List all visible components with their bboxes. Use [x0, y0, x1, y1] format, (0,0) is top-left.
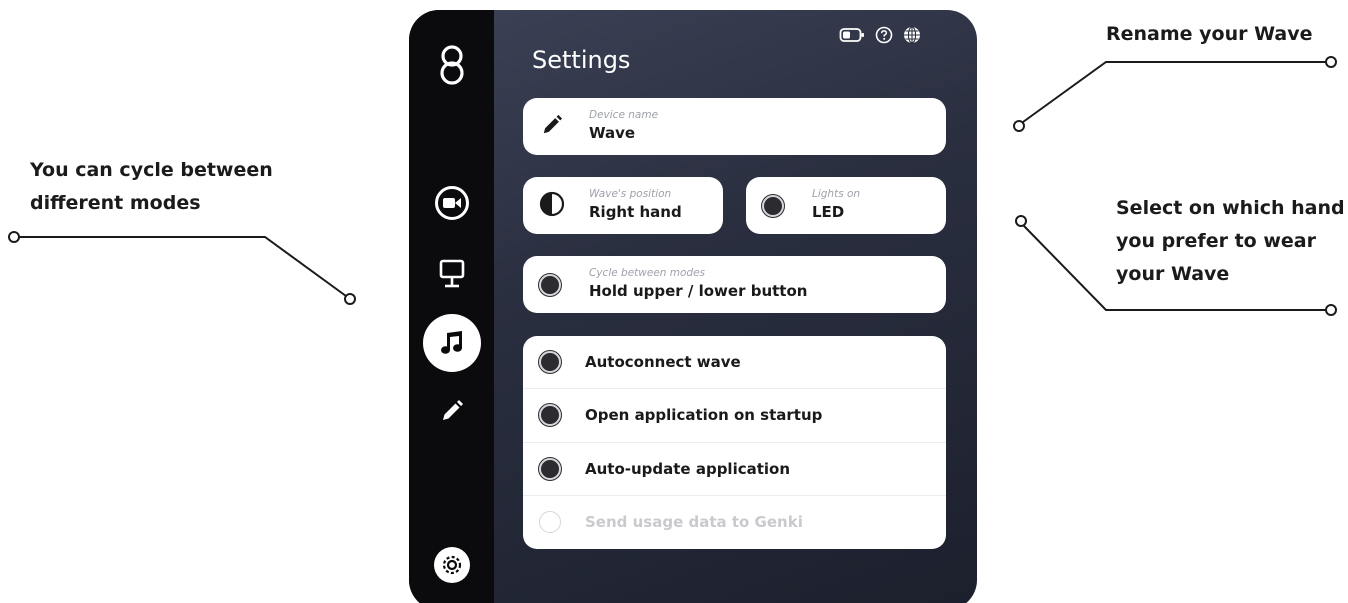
toggle-label: Open application on startup: [585, 406, 823, 425]
top-icons: [839, 26, 921, 44]
lights-value: LED: [812, 203, 845, 221]
toggle-switch[interactable]: [539, 457, 561, 480]
annotation-rename: Rename your Wave: [1106, 23, 1313, 45]
app-window: Settings Device name Wave Wave's positio…: [409, 10, 977, 603]
cycle-modes-value: Hold upper / lower button: [589, 282, 808, 300]
settings-icon[interactable]: [433, 547, 470, 583]
device-name-card[interactable]: Device name Wave: [523, 98, 946, 155]
device-name-field[interactable]: Wave: [589, 124, 658, 142]
battery-icon[interactable]: [839, 27, 865, 43]
toggle-switch[interactable]: [539, 404, 561, 427]
toggle-row-autoconnect[interactable]: Autoconnect wave: [523, 336, 946, 390]
toggles-card: Autoconnect wave Open application on sta…: [523, 336, 946, 549]
pencil-icon: [541, 114, 563, 140]
toggle-label: Auto-update application: [585, 459, 791, 478]
camera-icon[interactable]: [434, 186, 469, 220]
logo-icon: [437, 43, 467, 87]
toggle-label: Send usage data to Genki: [585, 513, 803, 532]
edit-icon[interactable]: [437, 396, 467, 426]
globe-icon[interactable]: [903, 26, 921, 44]
half-circle-icon: [539, 191, 565, 221]
cycle-modes-label: Cycle between modes: [589, 267, 706, 279]
position-value: Right hand: [589, 203, 682, 221]
toggle-label: Autoconnect wave: [585, 353, 741, 372]
lights-card[interactable]: Lights on LED: [746, 177, 946, 234]
annotation-hand: Select on which hand you prefer to wear …: [1116, 197, 1345, 285]
toggle-row-auto-update[interactable]: Auto-update application: [523, 443, 946, 496]
desktop-icon[interactable]: [437, 256, 467, 292]
cycle-modes-card[interactable]: Cycle between modes Hold upper / lower b…: [523, 256, 946, 313]
toggle-switch[interactable]: [539, 511, 561, 534]
toggle-switch[interactable]: [539, 351, 561, 374]
position-card[interactable]: Wave's position Right hand: [523, 177, 723, 234]
page-title: Settings: [532, 46, 631, 74]
position-label: Wave's position: [589, 188, 672, 200]
toggle-row-open-on-startup[interactable]: Open application on startup: [523, 389, 946, 443]
toggle-row-usage-data[interactable]: Send usage data to Genki: [523, 496, 946, 549]
device-name-label: Device name: [589, 109, 659, 121]
music-icon[interactable]: [422, 314, 481, 372]
sidebar: [409, 10, 494, 603]
annotation-cycle-modes: You can cycle between different modes: [30, 159, 273, 214]
help-icon[interactable]: [875, 26, 893, 44]
cycle-modes-toggle[interactable]: [539, 273, 561, 296]
lights-toggle[interactable]: [762, 194, 784, 217]
lights-label: Lights on: [812, 188, 861, 200]
